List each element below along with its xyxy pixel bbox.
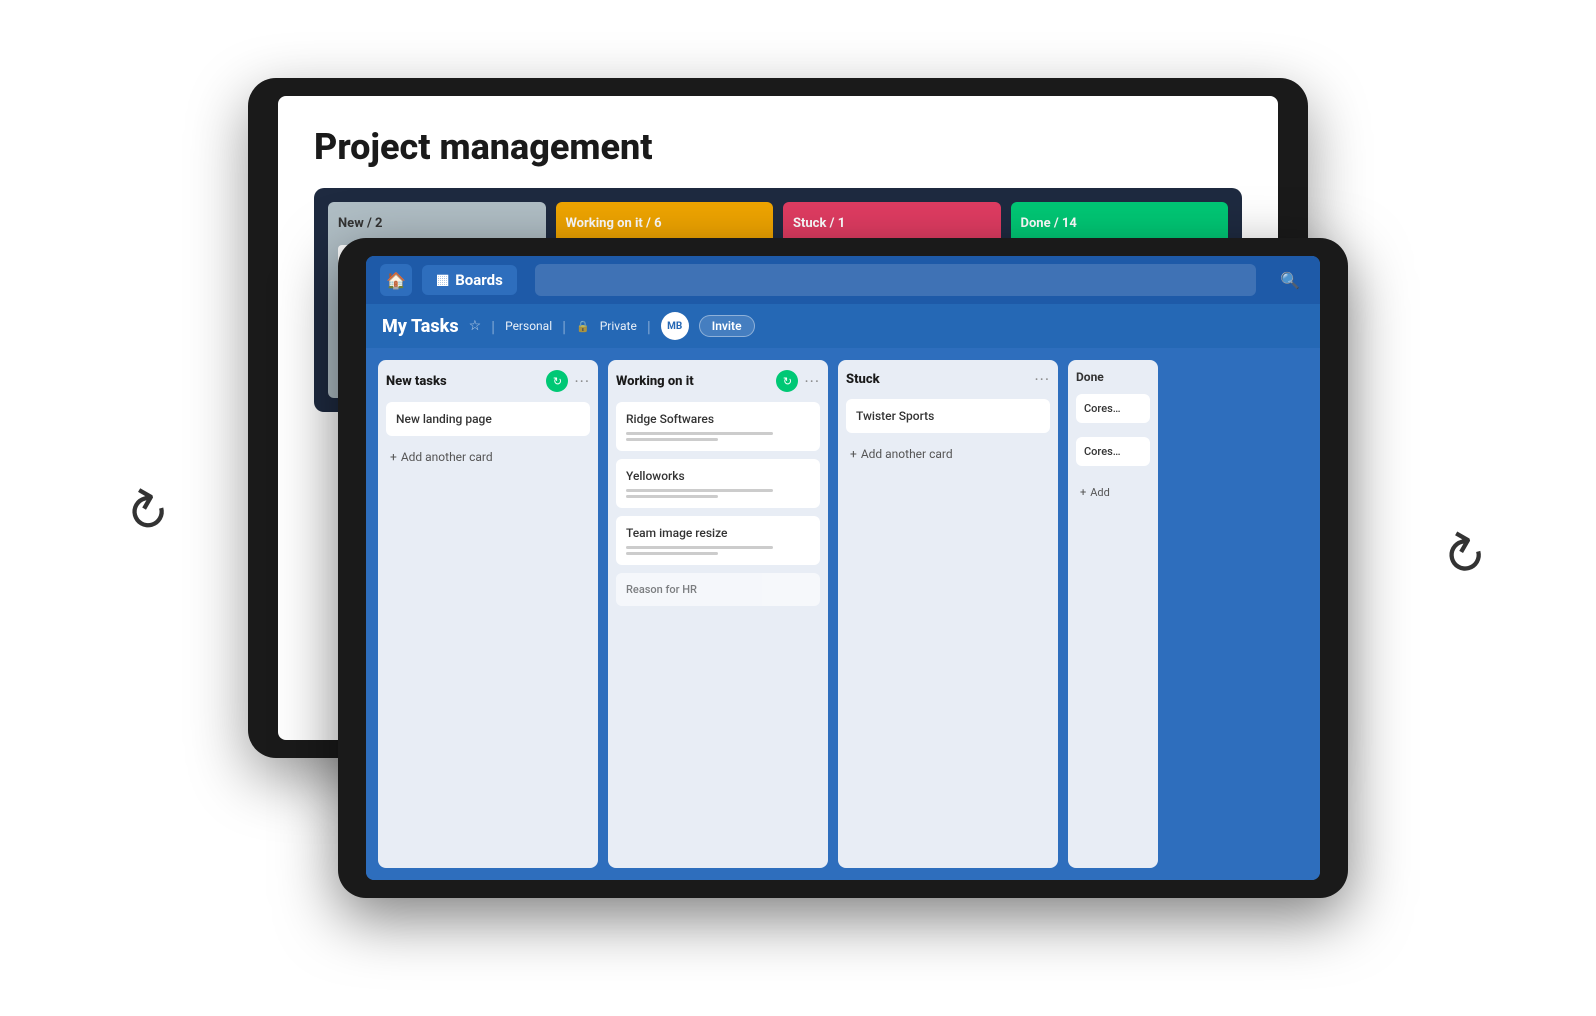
back-screen-title: Project management — [314, 126, 1242, 168]
front-card-new-landing[interactable]: New landing page — [386, 402, 590, 436]
tablet-front: 🏠 ▦ Boards 🔍 My Tasks ☆ | Personal | 🔒 P… — [338, 238, 1348, 898]
front-card-ridge[interactable]: Ridge Softwares — [616, 402, 820, 451]
front-col-stuck-header: Stuck ··· — [846, 370, 1050, 389]
add-card-done-label: Add — [1090, 486, 1110, 499]
front-col-working: Working on it ↻ ··· Ridge Softwares — [608, 360, 828, 868]
done-title: Done — [1076, 370, 1104, 384]
front-board: New tasks ↻ ··· New landing page + Add a… — [366, 348, 1320, 880]
line-1 — [626, 432, 773, 435]
front-card-yelloworks[interactable]: Yelloworks — [616, 459, 820, 508]
stuck-actions: ··· — [1034, 370, 1050, 389]
front-card-team-image-text: Team image resize — [626, 526, 810, 540]
invite-button[interactable]: Invite — [699, 315, 755, 337]
front-card-twister[interactable]: Twister Sports — [846, 399, 1050, 433]
add-card-done[interactable]: + Add — [1076, 480, 1150, 505]
ridge-card-lines — [626, 432, 810, 441]
dots-menu-stuck[interactable]: ··· — [1034, 370, 1050, 389]
add-card-stuck-label: Add another card — [861, 447, 953, 461]
yelloworks-card-lines — [626, 489, 810, 498]
front-col-working-header: Working on it ↻ ··· — [616, 370, 820, 392]
board-title: My Tasks — [382, 316, 459, 337]
working-title: Working on it — [616, 374, 694, 389]
line-4 — [626, 495, 718, 498]
user-avatar: MB — [661, 312, 689, 340]
search-button[interactable]: 🔍 — [1274, 264, 1306, 296]
front-card-ridge-text: Ridge Softwares — [626, 412, 810, 426]
back-col-working-header: Working on it / 6 — [566, 212, 764, 235]
plus-icon-stuck: + — [850, 447, 857, 461]
front-col-done: Done Cores… Cores… + Add — [1068, 360, 1158, 868]
plus-icon-done: + — [1080, 486, 1086, 499]
front-col-done-header: Done — [1076, 370, 1150, 384]
dots-menu-new[interactable]: ··· — [574, 372, 590, 391]
line-2 — [626, 438, 718, 441]
home-button[interactable]: 🏠 — [380, 264, 412, 296]
scene: Project management New / 2 New landing p… — [198, 78, 1398, 938]
front-card-twister-text: Twister Sports — [856, 409, 1040, 423]
front-col-new-header: New tasks ↻ ··· — [386, 370, 590, 392]
stuck-title: Stuck — [846, 372, 880, 387]
working-actions: ↻ ··· — [776, 370, 820, 392]
front-card-team-image[interactable]: Team image resize — [616, 516, 820, 565]
private-tag: Private — [600, 319, 637, 333]
front-col-new-tasks: New tasks ↻ ··· New landing page + Add a… — [378, 360, 598, 868]
refresh-icon-new[interactable]: ↻ — [546, 370, 568, 392]
add-card-stuck[interactable]: + Add another card — [846, 441, 1050, 467]
new-tasks-actions: ↻ ··· — [546, 370, 590, 392]
front-card-done-2[interactable]: Cores… — [1076, 437, 1150, 466]
dots-menu-working[interactable]: ··· — [804, 372, 820, 391]
refresh-icon-working[interactable]: ↻ — [776, 370, 798, 392]
boards-label: Boards — [455, 271, 503, 289]
add-card-new-label: Add another card — [401, 450, 493, 464]
front-card-done-1[interactable]: Cores… — [1076, 394, 1150, 423]
team-image-card-lines — [626, 546, 810, 555]
front-col-stuck: Stuck ··· Twister Sports + Add another c… — [838, 360, 1058, 868]
front-navbar: 🏠 ▦ Boards 🔍 — [366, 256, 1320, 304]
front-subheader: My Tasks ☆ | Personal | 🔒 Private | MB I… — [366, 304, 1320, 348]
line-5 — [626, 546, 773, 549]
boards-button[interactable]: ▦ Boards — [422, 265, 517, 295]
boards-icon: ▦ — [436, 272, 449, 288]
back-col-stuck-header: Stuck / 1 — [793, 212, 991, 235]
plus-icon-new: + — [390, 450, 397, 464]
front-card-reason-hr[interactable]: Reason for HR — [616, 573, 820, 606]
back-col-new-header: New / 2 — [338, 212, 536, 235]
arrow-left-icon[interactable]: ↺ — [113, 475, 181, 550]
arrow-right-icon[interactable]: ↻ — [1430, 519, 1498, 594]
avatar-initials: MB — [667, 321, 682, 332]
personal-tag: Personal — [505, 319, 552, 333]
add-card-new-tasks[interactable]: + Add another card — [386, 444, 590, 470]
front-card-yelloworks-text: Yelloworks — [626, 469, 810, 483]
new-tasks-title: New tasks — [386, 374, 447, 389]
front-screen: 🏠 ▦ Boards 🔍 My Tasks ☆ | Personal | 🔒 P… — [366, 256, 1320, 880]
lock-icon: 🔒 — [576, 320, 590, 333]
line-3 — [626, 489, 773, 492]
star-icon[interactable]: ☆ — [469, 318, 482, 334]
front-card-new-landing-text: New landing page — [396, 412, 580, 426]
front-card-reason-hr-text: Reason for HR — [626, 583, 810, 596]
line-6 — [626, 552, 718, 555]
back-col-done-header: Done / 14 — [1021, 212, 1219, 235]
